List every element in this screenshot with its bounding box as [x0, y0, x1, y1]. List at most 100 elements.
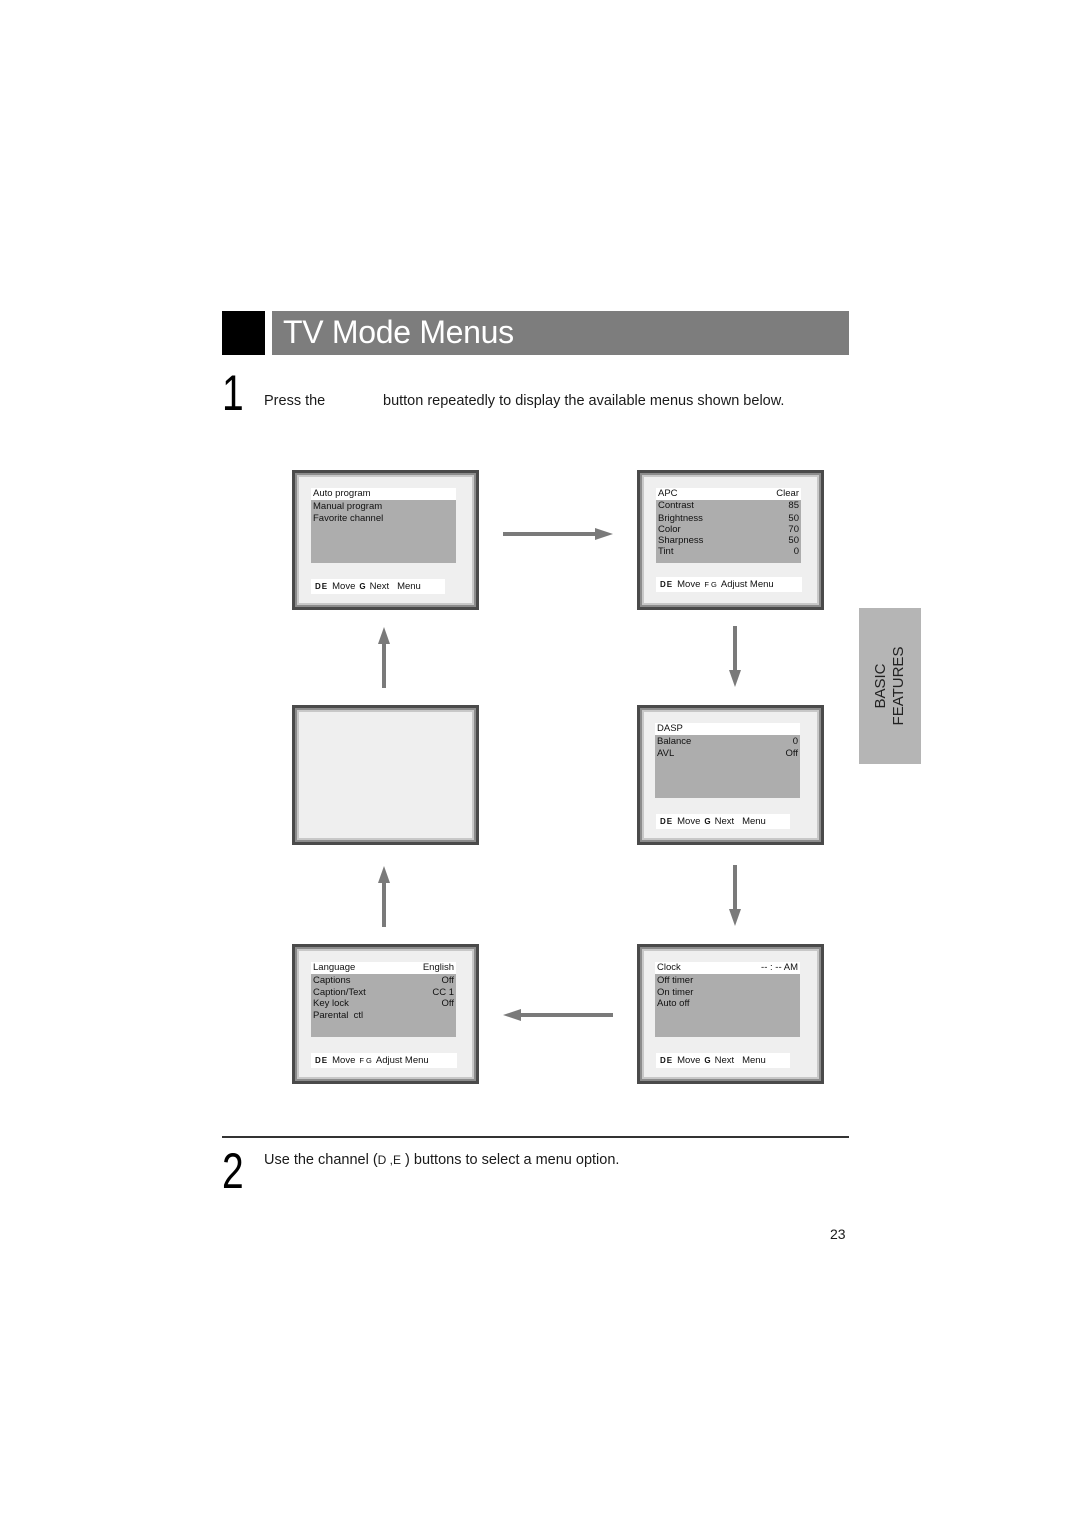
arrow-down-icon [729, 626, 741, 687]
menu-header-label: Clock [657, 962, 681, 973]
footer-action-move: Move [332, 581, 356, 592]
menu-item-value: 0 [793, 546, 799, 557]
menu-item-value: 50 [788, 513, 799, 524]
tv-screen-blank [292, 705, 479, 845]
step-1-number: 1 [222, 365, 244, 421]
menu-item-label: Color [658, 524, 681, 535]
step-1-text-before: Press the [264, 393, 326, 409]
arrow-left-icon [503, 1009, 613, 1021]
up-down-keys-icon: DE [660, 580, 674, 589]
step-2-text: Use the channel (D ,E ) buttons to selec… [264, 1152, 619, 1168]
up-down-keys-icon: DE [660, 817, 674, 826]
up-down-keys-icon: DE [315, 582, 329, 591]
section-divider [222, 1136, 849, 1138]
menu-item: Auto off [657, 998, 798, 1010]
menu-item: Key lock Off [313, 998, 454, 1010]
menu-item-value: Off [441, 975, 455, 986]
menu-item: Balance 0 [657, 736, 798, 748]
title-bar: TV Mode Menus [272, 311, 849, 355]
menu-header-value: Clear [776, 488, 799, 499]
side-tab-label: BASIC FEATURES [872, 647, 908, 726]
menu-item-label: Brightness [658, 513, 703, 524]
footer-action-menu: Menu [404, 1055, 429, 1066]
menu-item-label: Off timer [657, 975, 694, 986]
menu-body: Balance 0 AVL Off [655, 735, 800, 798]
tv-screen-time: Clock -- : -- AM Off timer On timer Auto… [637, 944, 824, 1084]
menu-setup: Auto program Manual program Favorite cha… [311, 488, 456, 563]
menu-item-label: Auto off [657, 998, 690, 1009]
menu-item-label: Sharpness [658, 535, 704, 546]
footer-action-menu: Menu [742, 1055, 766, 1066]
menu-item: AVL Off [657, 748, 798, 760]
menu-footer: DE Move G Next Menu [656, 814, 790, 829]
menu-item: Brightness 50 [658, 513, 799, 524]
menu-footer: DE Move G Next Menu [311, 579, 445, 594]
menu-item: Contrast 85 [658, 500, 799, 511]
arrow-up-icon [378, 627, 390, 688]
side-tab-line-1: BASIC [872, 663, 889, 709]
menu-item-value: Off [441, 998, 455, 1009]
footer-action-menu: Menu [742, 816, 766, 827]
footer-action-adjust: Adjust [375, 1055, 403, 1066]
menu-header: Auto program [311, 488, 456, 500]
menu-footer: DE Move F G Adjust Menu [656, 577, 802, 592]
menu-body: Captions Off Caption/Text CC 1 Key lock … [311, 974, 456, 1037]
menu-item-label: Captions [313, 975, 351, 986]
arrow-up-icon [378, 866, 390, 927]
menu-item-label: Favorite channel [313, 512, 384, 524]
footer-action-menu: Menu [397, 581, 421, 592]
menu-item-label: Contrast [658, 500, 694, 511]
footer-action-move: Move [332, 1055, 356, 1066]
footer-action-move: Move [677, 579, 701, 590]
menu-footer: DE Move F G Adjust Menu [311, 1053, 457, 1068]
menu-header: APC Clear [656, 488, 801, 500]
menu-time: Clock -- : -- AM Off timer On timer Auto… [655, 962, 800, 1037]
tv-screen-setup: Auto program Manual program Favorite cha… [292, 470, 479, 610]
tv-screen-special: Language English Captions Off Caption/Te… [292, 944, 479, 1084]
menu-body: Manual program Favorite channel [311, 500, 456, 563]
tv-screen-sound: DASP Balance 0 AVL Off DE Move G Next Menu [637, 705, 824, 845]
footer-action-move: Move [677, 1055, 701, 1066]
menu-picture: APC Clear Contrast 85 Brightness 50 Colo… [656, 488, 801, 563]
menu-header-label: APC [658, 488, 678, 499]
footer-action-menu: Menu [749, 579, 774, 590]
step-2-text-before: Use the channel ( [264, 1152, 378, 1168]
menu-item-value: 85 [788, 500, 799, 511]
page-number: 23 [830, 1226, 846, 1242]
menu-item: Tint 0 [658, 546, 799, 557]
menu-item-value: 70 [788, 524, 799, 535]
menu-item-value: 0 [792, 736, 798, 747]
side-tab-line-2: FEATURES [890, 646, 907, 726]
menu-header: Clock -- : -- AM [655, 962, 800, 974]
menu-item-label: Tint [658, 546, 674, 557]
menu-item: Sharpness 50 [658, 535, 799, 546]
up-down-keys-icon: DE [660, 1056, 674, 1065]
menu-header: DASP [655, 723, 800, 735]
menu-item: Favorite channel [313, 513, 454, 525]
menu-item: Parental ctl [313, 1010, 454, 1022]
page-title: TV Mode Menus [283, 314, 514, 350]
menu-body: Contrast 85 Brightness 50 Color 70 Sharp… [656, 500, 801, 563]
menu-item-label: Parental ctl [313, 1009, 364, 1021]
menu-item-label: On timer [657, 986, 694, 998]
step-2-number: 2 [222, 1143, 244, 1199]
menu-header-value: -- : -- AM [761, 962, 798, 973]
menu-body: Off timer On timer Auto off [655, 974, 800, 1037]
menu-header-label: Language [313, 962, 356, 973]
menu-item: Caption/Text CC 1 [313, 987, 454, 999]
section-side-tab: BASIC FEATURES [859, 608, 921, 764]
menu-item-value: CC 1 [432, 986, 454, 998]
menu-header-value: English [422, 962, 454, 973]
menu-header-label: DASP [657, 723, 683, 734]
step-2-text-after: ) buttons to select a menu option. [401, 1152, 620, 1168]
footer-action-adjust: Adjust [720, 579, 748, 590]
footer-action-move: Move [677, 816, 701, 827]
menu-item-value: Off [785, 747, 799, 759]
footer-action-next: Next [369, 581, 390, 592]
up-down-keys-icon: DE [315, 1056, 329, 1065]
right-key-icon: G [704, 817, 711, 826]
menu-sound: DASP Balance 0 AVL Off [655, 723, 800, 798]
menu-item: Color 70 [658, 524, 799, 535]
footer-action-next: Next [714, 1055, 735, 1066]
left-right-keys-icon: F G [704, 580, 717, 589]
